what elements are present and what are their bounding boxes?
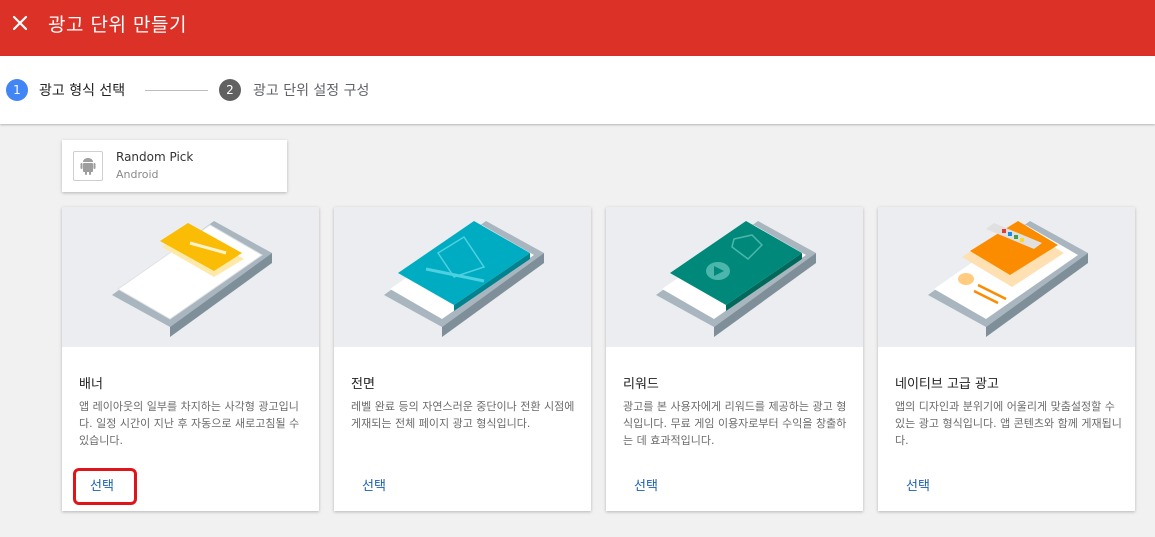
selected-app-chip: Random Pick Android xyxy=(62,140,287,192)
select-button-banner[interactable]: 선택 xyxy=(90,475,114,494)
card-description-rewarded: 광고를 본 사용자에게 리워드를 제공하는 광고 형식입니다. 무료 게임 이용… xyxy=(623,400,847,447)
card-description-banner: 앱 레이아웃의 일부를 차지하는 사각형 광고입니다. 일정 시간이 지난 후 … xyxy=(79,400,300,447)
card-title-interstitial: 전면 xyxy=(351,377,375,392)
app-bar: 광고 단위 만들기 xyxy=(0,0,1155,56)
ad-format-card-native: 네이티브 고급 광고 앱의 디자인과 분위기에 어울리게 맞춤설정할 수 있는 … xyxy=(878,207,1135,511)
ad-format-card-banner: 배너 앱 레이아웃의 일부를 차지하는 사각형 광고입니다. 일정 시간이 지난… xyxy=(62,207,319,511)
app-name: Random Pick xyxy=(116,150,194,164)
rewarded-illustration xyxy=(606,207,863,347)
app-platform: Android xyxy=(116,168,159,181)
close-icon[interactable] xyxy=(10,13,30,33)
banner-illustration xyxy=(62,207,319,347)
card-title-banner: 배너 xyxy=(79,377,103,392)
select-button-interstitial[interactable]: 선택 xyxy=(362,475,386,494)
interstitial-illustration xyxy=(334,207,591,347)
ad-format-card-rewarded: 리워드 광고를 본 사용자에게 리워드를 제공하는 광고 형식입니다. 무료 게… xyxy=(606,207,863,511)
android-icon xyxy=(73,151,103,181)
stepper: 1 광고 형식 선택 2 광고 단위 설정 구성 xyxy=(0,56,1155,124)
ad-format-card-interstitial: 전면 레벨 완료 등의 자연스러운 중단이나 전환 시점에 게재되는 전체 페이… xyxy=(334,207,591,511)
card-description-interstitial: 레벨 완료 등의 자연스러운 중단이나 전환 시점에 게재되는 전체 페이지 광… xyxy=(351,400,575,430)
native-illustration xyxy=(878,207,1135,347)
step-2-number: 2 xyxy=(219,79,241,101)
card-description-native: 앱의 디자인과 분위기에 어울리게 맞춤설정할 수 있는 광고 형식입니다. 앱… xyxy=(895,400,1122,447)
select-button-rewarded[interactable]: 선택 xyxy=(634,475,658,494)
step-1-number: 1 xyxy=(6,79,28,101)
step-1-label: 광고 형식 선택 xyxy=(39,83,126,99)
page-title: 광고 단위 만들기 xyxy=(48,14,187,36)
card-title-rewarded: 리워드 xyxy=(623,377,659,392)
step-connector xyxy=(145,90,208,91)
card-title-native: 네이티브 고급 광고 xyxy=(895,377,999,392)
step-2-label: 광고 단위 설정 구성 xyxy=(253,83,370,99)
select-button-native[interactable]: 선택 xyxy=(906,475,930,494)
